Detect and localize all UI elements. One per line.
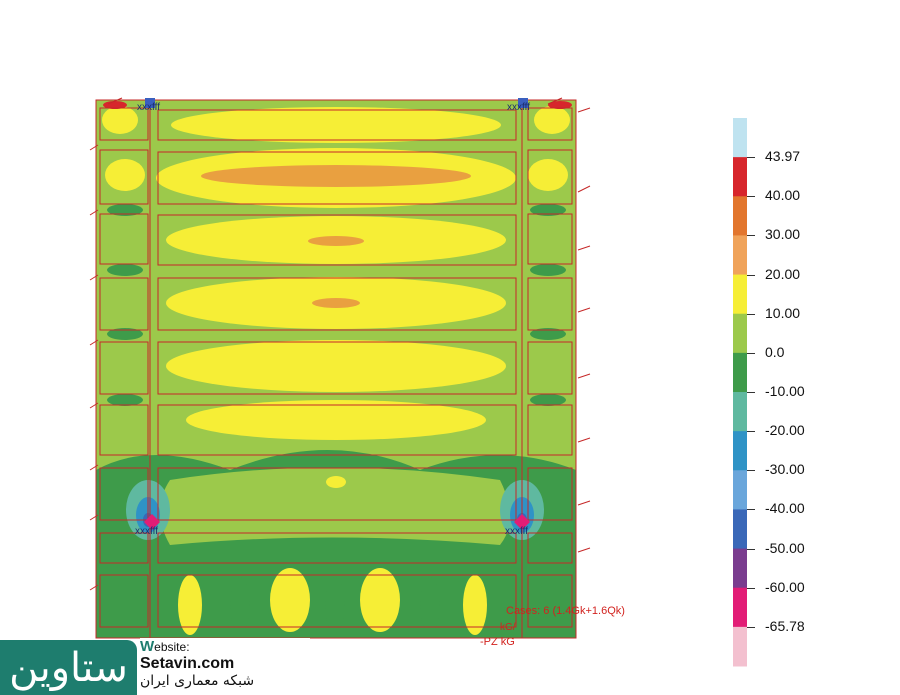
color-swatch xyxy=(733,196,747,236)
scale-tick xyxy=(747,235,755,237)
scale-tick xyxy=(747,313,755,315)
scale-label: -60.00 xyxy=(765,578,805,595)
brand-logo: ستاوین xyxy=(0,640,137,695)
scale-tick xyxy=(747,196,755,198)
contour-peak xyxy=(201,165,471,187)
scale-tick xyxy=(747,352,755,354)
scale-tick xyxy=(747,587,755,589)
scale-label: 0.0 xyxy=(765,343,785,360)
load-case-subcaption: kG/ xyxy=(500,622,516,633)
contour-band xyxy=(166,340,506,392)
contour-side xyxy=(528,159,568,191)
contour-lobe xyxy=(463,575,487,635)
scale-tick xyxy=(747,392,755,393)
load-case-caption: Cases: 6 (1.4Gk+1.6Qk) xyxy=(506,605,625,617)
scale-tick xyxy=(747,470,755,472)
scale-label: -20.00 xyxy=(765,422,805,439)
brand-tagline: شبکه معماری ایران xyxy=(140,673,255,689)
contour-side xyxy=(105,159,145,191)
contour-peak xyxy=(308,236,364,246)
color-swatch xyxy=(733,274,747,315)
scale-tick xyxy=(747,157,755,159)
contour-lobe xyxy=(178,575,202,635)
contour-side xyxy=(534,106,570,134)
contour-lobe xyxy=(270,568,310,632)
scale-tick xyxy=(747,431,755,433)
contour-lobe xyxy=(420,577,440,633)
scale-label: -40.00 xyxy=(765,500,805,517)
contour-band xyxy=(186,400,486,440)
node-label: xxxfff xyxy=(507,102,530,113)
color-scale-bar xyxy=(733,118,747,667)
color-swatch xyxy=(733,626,747,667)
brand-text-block: Website: Setavin.com شبکه معماری ایران xyxy=(140,638,310,695)
contour-lobe xyxy=(360,568,400,632)
color-swatch xyxy=(733,392,747,432)
color-swatch xyxy=(733,118,747,158)
scale-label: 43.97 xyxy=(765,148,801,165)
scale-label: -50.00 xyxy=(765,539,805,556)
color-swatch xyxy=(733,509,747,550)
node-label: xxxfff xyxy=(135,526,158,537)
contour-lobe xyxy=(230,577,250,633)
website-label: Website: xyxy=(140,638,190,655)
node-label: xxxfff xyxy=(505,526,528,537)
scale-label: -10.00 xyxy=(765,383,805,399)
color-swatch xyxy=(733,587,747,628)
scale-label: 40.00 xyxy=(765,187,801,204)
color-swatch xyxy=(733,470,747,510)
color-swatch xyxy=(733,313,747,354)
color-swatch xyxy=(733,352,747,393)
units-caption: -PZ kG xyxy=(480,636,515,648)
node-label: xxxfff xyxy=(137,102,160,113)
contour-band xyxy=(171,107,501,143)
scale-label: -30.00 xyxy=(765,461,805,478)
website-domain: Setavin.com xyxy=(140,655,235,672)
scale-tick xyxy=(747,548,755,550)
color-swatch xyxy=(733,235,747,276)
contour-lobe xyxy=(325,577,345,633)
color-swatch xyxy=(733,431,747,471)
scale-tick xyxy=(747,509,755,511)
scale-label: -65.78 xyxy=(765,617,805,634)
scale-label: 10.00 xyxy=(765,304,801,321)
contour-small xyxy=(326,476,346,488)
scale-label: 20.00 xyxy=(765,265,801,282)
color-swatch xyxy=(733,548,747,589)
scale-label: 30.00 xyxy=(765,226,801,243)
contour-side xyxy=(102,106,138,134)
scale-tick xyxy=(747,274,755,276)
scale-tick xyxy=(747,626,755,628)
contour-peak xyxy=(312,298,360,308)
color-swatch xyxy=(733,157,747,197)
